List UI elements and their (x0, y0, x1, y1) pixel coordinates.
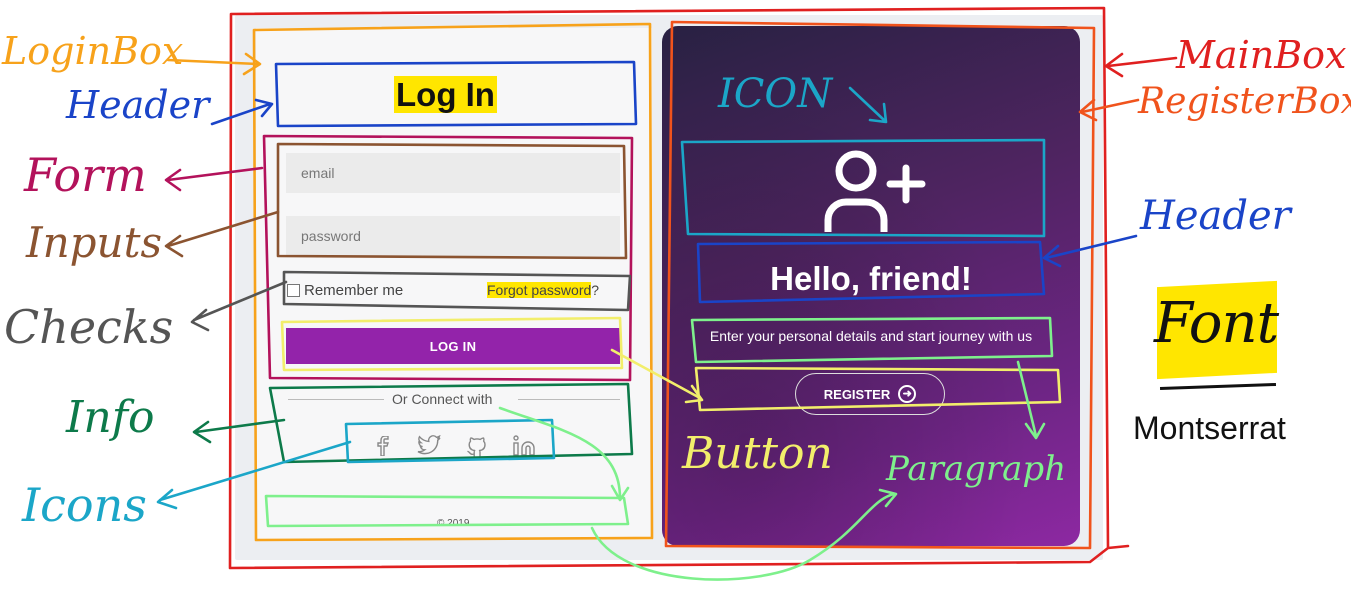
annotation-icon: ICON (718, 71, 833, 117)
font-word: Font (1154, 291, 1279, 356)
forgot-password-link[interactable]: Forgot password? (487, 282, 599, 298)
annotation-paragraph: Paragraph (886, 449, 1067, 489)
annotation-header-right: Header (1140, 193, 1291, 239)
divider-left (288, 399, 384, 400)
linkedin-icon[interactable] (510, 432, 538, 460)
password-placeholder: password (301, 228, 361, 244)
user-plus-icon (818, 148, 928, 243)
copyright: © 2019 (437, 518, 470, 529)
font-name: Montserrat (1133, 410, 1286, 446)
arrow-main-box (1104, 52, 1178, 78)
arrow-right-icon: ➜ (898, 385, 917, 403)
email-input[interactable]: email (286, 153, 620, 193)
login-title: Log In (394, 76, 497, 113)
register-button-label: REGISTER (823, 386, 891, 402)
register-title: Hello, friend! (770, 260, 972, 297)
annotation-header-left: Header (66, 83, 210, 127)
font-underline (1159, 382, 1277, 391)
facebook-icon[interactable] (369, 432, 397, 460)
annotation-main-box: MainBox (1176, 33, 1347, 77)
register-description: Enter your personal details and start jo… (709, 328, 1033, 344)
email-placeholder: email (301, 165, 335, 181)
annotation-button: Button (682, 428, 833, 479)
annotation-inputs: Inputs (26, 218, 163, 267)
annotation-icons: Icons (22, 478, 147, 532)
annotation-info: Info (66, 392, 155, 443)
remember-label: Remember me (304, 282, 404, 299)
remember-checkbox[interactable] (287, 284, 300, 297)
annotation-checks: Checks (4, 300, 174, 354)
password-input[interactable]: password (286, 216, 620, 256)
annotation-login-box: LoginBox (2, 29, 184, 73)
twitter-icon[interactable] (415, 432, 443, 460)
github-icon[interactable] (463, 432, 491, 460)
annotation-register-box: RegisterBox (1138, 81, 1351, 122)
connect-text: Or Connect with (390, 391, 495, 407)
divider-right (518, 399, 620, 400)
annotation-form: Form (24, 148, 147, 202)
register-button[interactable]: REGISTER ➜ (795, 373, 945, 415)
login-button[interactable]: LOG IN (286, 328, 620, 364)
